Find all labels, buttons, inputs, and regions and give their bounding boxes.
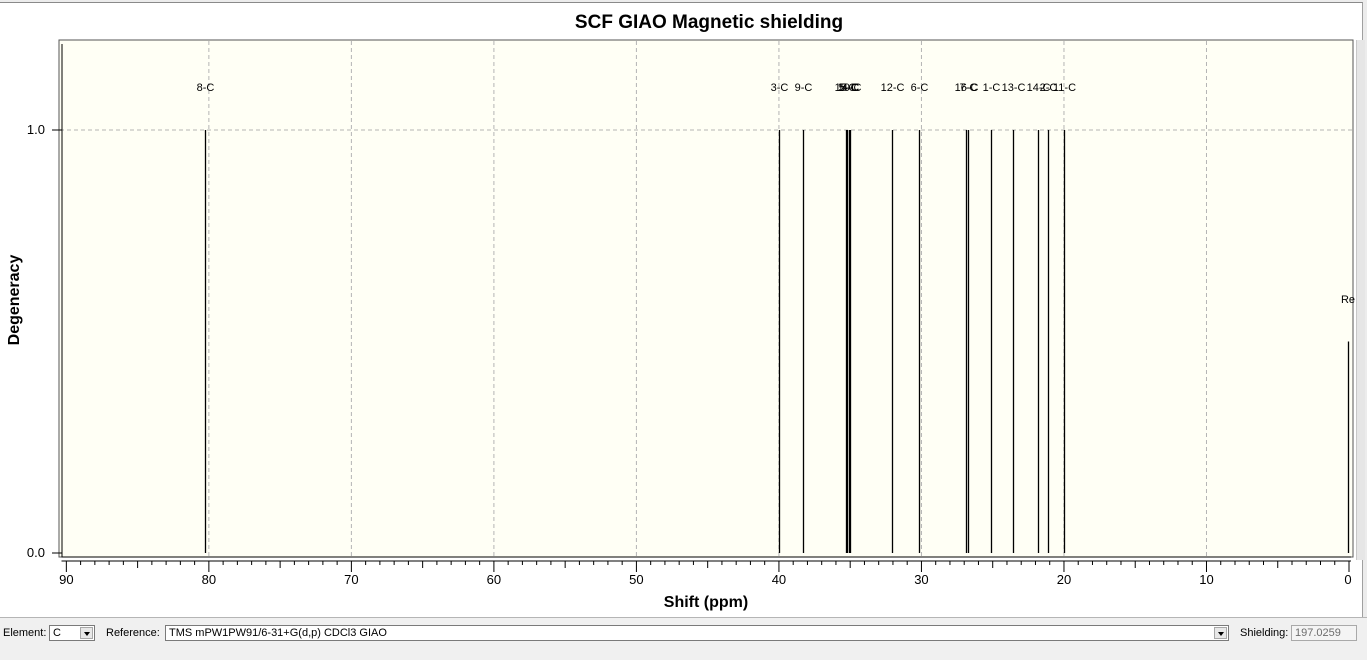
element-value: C <box>53 627 61 639</box>
y-axis-label: Degeneracy <box>6 255 23 346</box>
shielding-value: 197.0259 <box>1295 627 1341 639</box>
plot-area <box>58 39 1354 558</box>
peak-label: 3-C <box>771 82 789 94</box>
x-tick-label: 0 <box>1344 572 1351 587</box>
x-tick-label: 30 <box>914 572 928 587</box>
shielding-label: Shielding: <box>1240 627 1289 639</box>
y-tick-label: 1.0 <box>27 122 45 137</box>
chart-title: SCF GIAO Magnetic shielding <box>575 12 843 33</box>
controls-bar: Element: C Reference: TMS mPW1PW91/6-31+… <box>0 617 1367 660</box>
peak-label: 11-C <box>1053 82 1076 94</box>
x-tick-label: 10 <box>1199 572 1213 587</box>
element-label: Element: <box>3 627 47 639</box>
x-tick-label: 90 <box>59 572 73 587</box>
chevron-down-icon[interactable] <box>1214 627 1227 639</box>
peak-label: 6-C <box>911 82 929 94</box>
x-axis-label: Shift (ppm) <box>664 594 748 611</box>
peak-label: 1-C <box>983 82 1001 94</box>
x-tick-label: 80 <box>202 572 216 587</box>
peak-label: 9-C <box>795 82 813 94</box>
x-tick-label: 50 <box>629 572 643 587</box>
peak-label: 13-C <box>1002 82 1026 94</box>
peak-label: 12-C <box>881 82 905 94</box>
reference-select[interactable]: TMS mPW1PW91/6-31+G(d,p) CDCl3 GIAO <box>165 625 1229 641</box>
peak-label: 4-C <box>842 82 860 94</box>
element-select[interactable]: C <box>49 625 95 641</box>
y-tick-label: 0.0 <box>27 545 45 560</box>
x-tick-label: 70 <box>344 572 358 587</box>
x-tick-label: 20 <box>1057 572 1071 587</box>
chevron-down-icon[interactable] <box>80 627 93 639</box>
shielding-field: 197.0259 <box>1291 625 1357 641</box>
x-tick-label: 40 <box>772 572 786 587</box>
nmr-spectrum-chart: SCF GIAO Magnetic shielding 90 80 70 60 50 40… <box>6 12 1355 611</box>
reference-value: TMS mPW1PW91/6-31+G(d,p) CDCl3 GIAO <box>169 627 387 639</box>
peak-label: 7-C <box>960 82 978 94</box>
peak-label: 8-C <box>197 82 215 94</box>
reference-label: Reference: <box>106 627 160 639</box>
x-tick-label: 60 <box>487 572 501 587</box>
peak-label: Re <box>1341 294 1355 306</box>
